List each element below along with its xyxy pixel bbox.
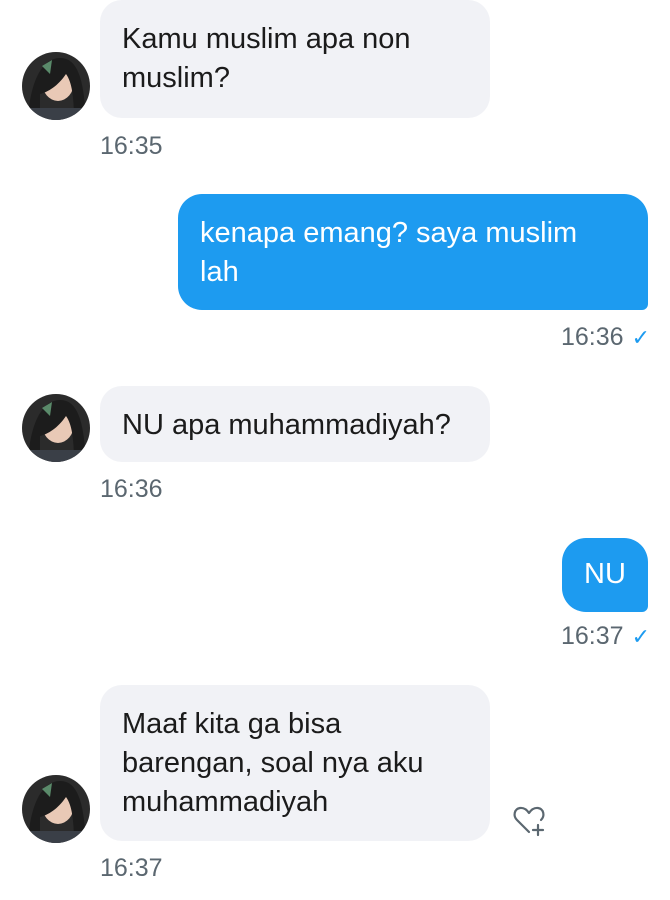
heart-plus-icon[interactable] (512, 803, 546, 837)
message-bubble-outgoing[interactable]: kenapa emang? saya muslim lah (178, 194, 648, 310)
avatar[interactable] (22, 775, 90, 843)
message-timestamp: 16:37 ✓ (561, 622, 650, 651)
message-bubble-incoming[interactable]: NU apa muhammadiyah? (100, 386, 490, 462)
message-timestamp: 16:35 (100, 132, 163, 160)
message-bubble-incoming[interactable]: Maaf kita ga bisa barengan, soal nya aku… (100, 685, 490, 841)
avatar-image (22, 52, 90, 120)
read-check-icon: ✓ (631, 325, 650, 350)
avatar-image (22, 394, 90, 462)
avatar[interactable] (22, 394, 90, 462)
read-check-icon: ✓ (631, 624, 650, 649)
message-timestamp: 16:36 ✓ (561, 323, 650, 352)
message-bubble-outgoing[interactable]: NU (562, 538, 648, 612)
message-timestamp: 16:37 (100, 854, 163, 882)
message-bubble-incoming[interactable]: Kamu muslim apa non muslim? (100, 0, 490, 118)
avatar-image (22, 775, 90, 843)
avatar[interactable] (22, 52, 90, 120)
timestamp-text: 16:36 (561, 323, 624, 351)
message-timestamp: 16:36 (100, 475, 163, 503)
timestamp-text: 16:37 (561, 622, 624, 650)
